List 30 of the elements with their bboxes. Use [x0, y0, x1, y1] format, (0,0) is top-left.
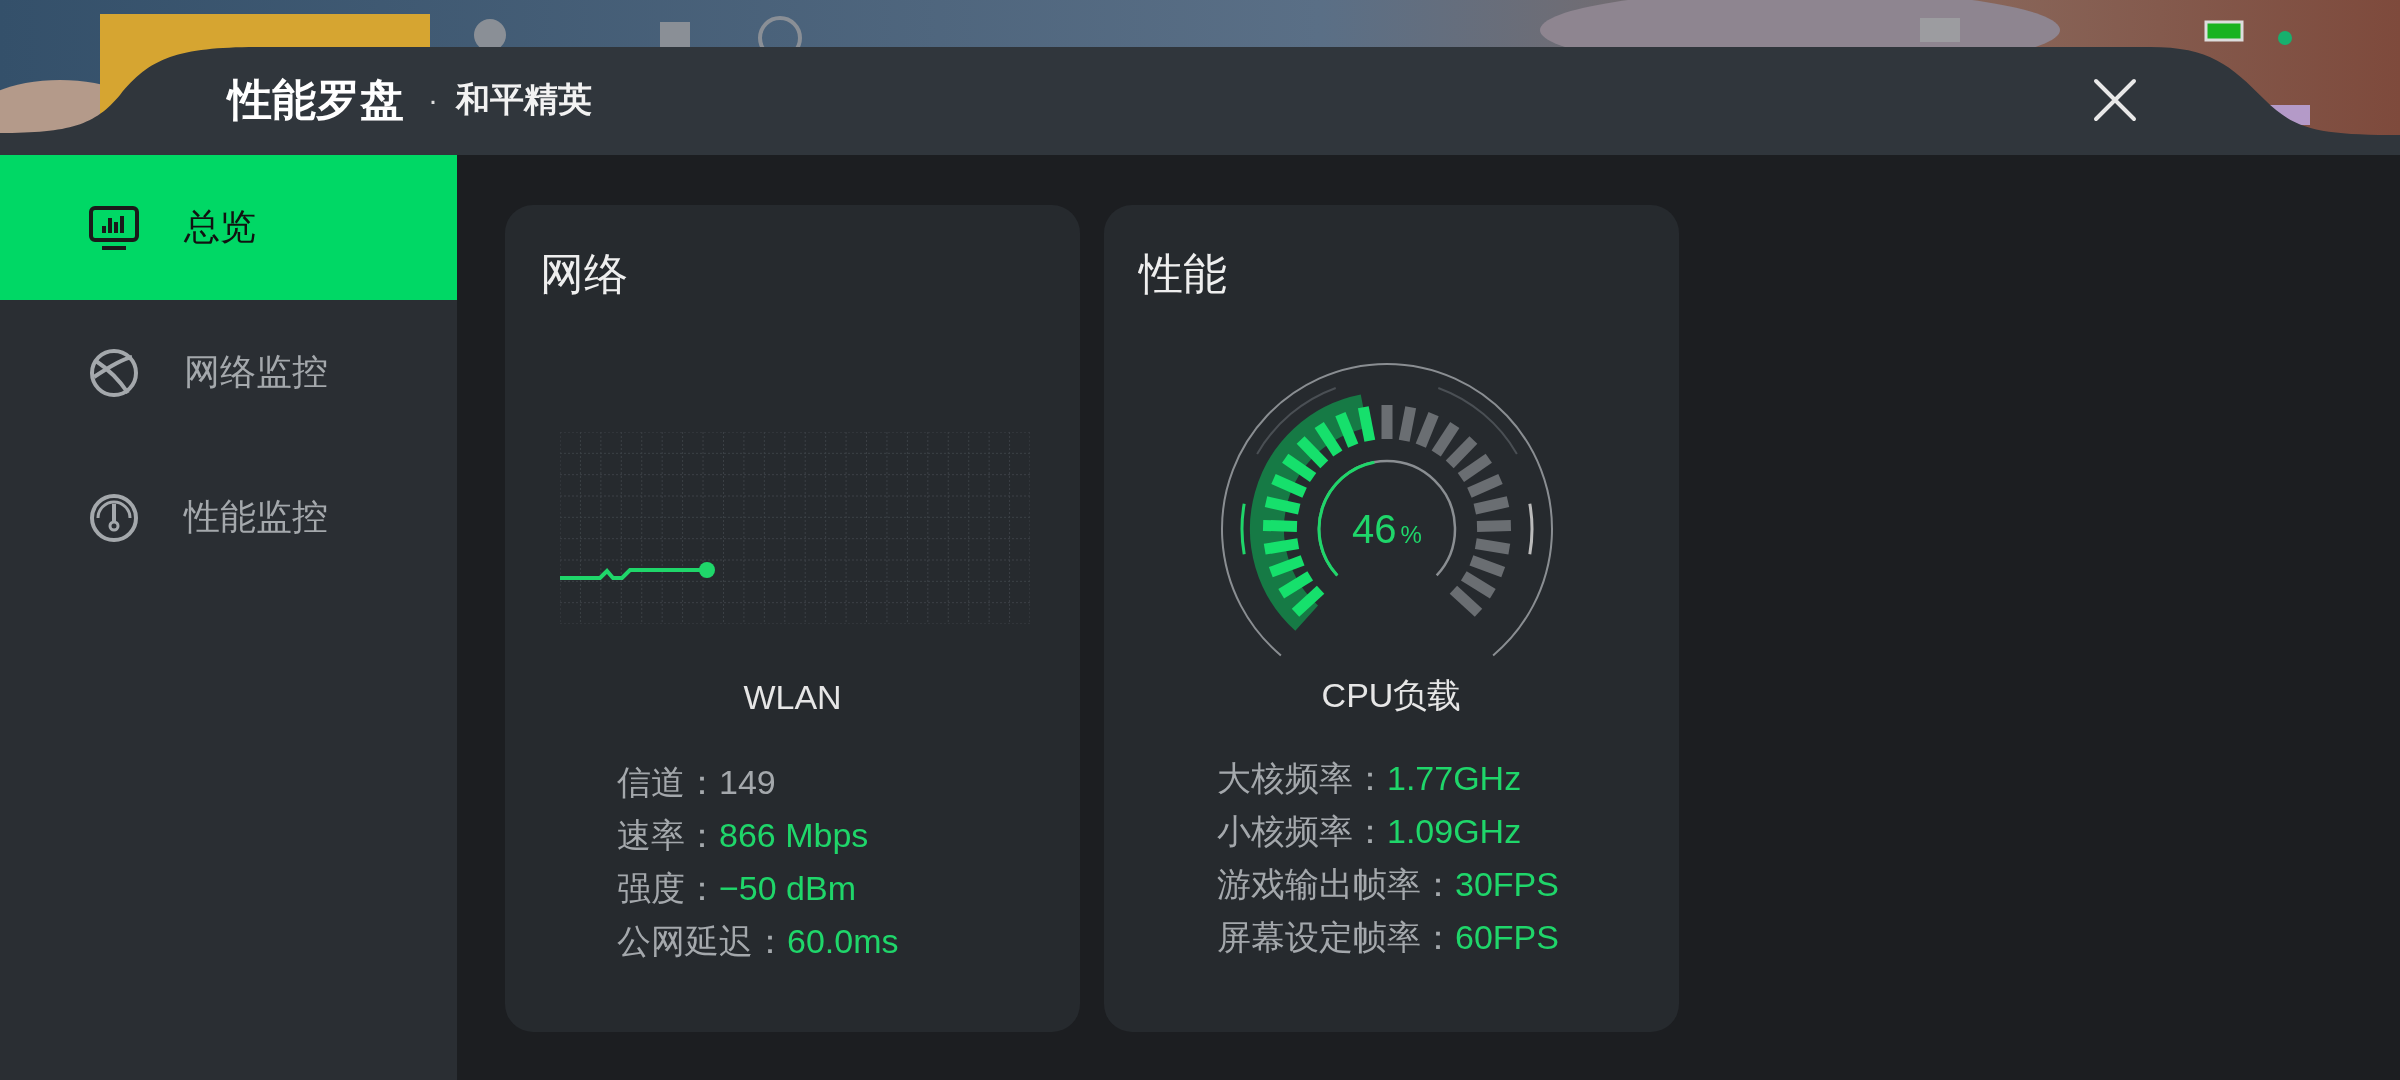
title-separator: ·	[428, 83, 438, 117]
app-title: 性能罗盘	[228, 73, 404, 126]
stat-value: 30FPS	[1455, 865, 1559, 903]
stat-value: 149	[719, 763, 776, 801]
gauge-icon	[88, 491, 140, 544]
sidebar-item[interactable]: 网络监控	[0, 300, 457, 445]
stat-label: 大核频率：	[1217, 759, 1387, 797]
stat-label: 屏幕设定帧率：	[1217, 918, 1455, 956]
stat-label: 强度：	[617, 869, 719, 907]
stat-value: 60FPS	[1455, 918, 1559, 956]
game-name: 和平精英	[456, 79, 592, 120]
stat-label: 信道：	[617, 763, 719, 801]
stat-value: 1.09GHz	[1387, 812, 1522, 850]
sidebar-item[interactable]: 性能监控	[0, 445, 457, 590]
stat-label: 游戏输出帧率：	[1217, 865, 1455, 903]
stat-value: 60.0ms	[787, 922, 899, 960]
gauge-reading: 46%	[1352, 507, 1422, 551]
card-title: 网络	[540, 248, 628, 300]
stat-label: 小核频率：	[1217, 812, 1387, 850]
stat-label: 公网延迟：	[617, 922, 787, 960]
metric-caption: CPU负载	[1321, 675, 1462, 716]
stat-value: 866 Mbps	[719, 816, 869, 854]
sidebar-item[interactable]: 总览	[0, 155, 457, 300]
close-icon[interactable]	[2092, 77, 2138, 123]
card-title: 性能	[1139, 248, 1227, 300]
globe-icon	[88, 346, 140, 399]
metric-caption: WLAN	[743, 678, 842, 717]
stat-label: 速率：	[617, 816, 719, 854]
stat-value: 1.77GHz	[1387, 759, 1522, 797]
stat-value: −50 dBm	[719, 869, 857, 907]
